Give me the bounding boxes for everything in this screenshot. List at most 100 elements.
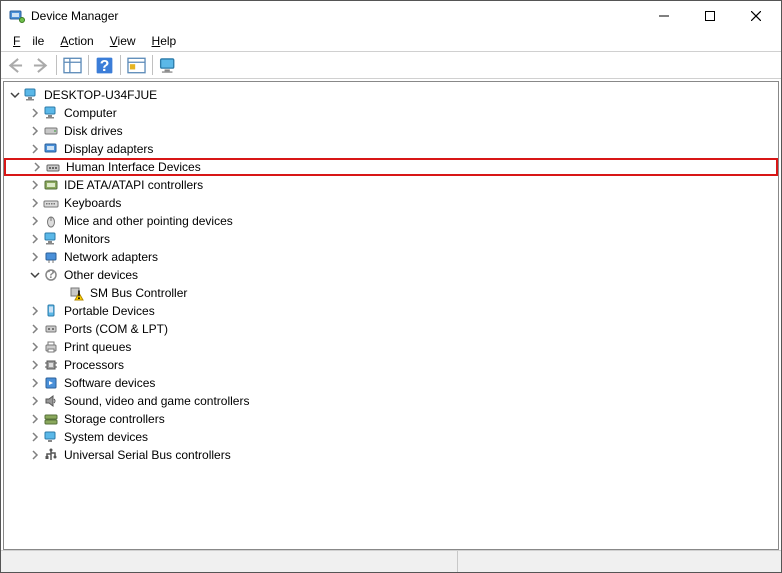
tree-node-label: Software devices <box>62 376 157 390</box>
toolbar-separator <box>56 55 57 75</box>
monitor-icon <box>42 105 60 121</box>
device-tree-panel[interactable]: DESKTOP-U34FJUE Computer Disk drives Displ… <box>3 81 779 550</box>
expand-arrow-icon[interactable] <box>28 358 42 372</box>
expand-arrow-icon[interactable] <box>28 340 42 354</box>
tree-node-network-adapters[interactable]: Network adapters <box>4 248 778 266</box>
tree-node-label: Human Interface Devices <box>64 160 203 174</box>
tree-node-human-interface-devices[interactable]: Human Interface Devices <box>4 158 778 176</box>
menu-help[interactable]: Help <box>146 33 183 49</box>
tree-node-portable-devices[interactable]: Portable Devices <box>4 302 778 320</box>
expand-arrow-icon[interactable] <box>28 196 42 210</box>
warning-icon <box>68 285 86 301</box>
window-title: Device Manager <box>31 9 641 23</box>
expand-arrow-icon[interactable] <box>28 394 42 408</box>
expand-arrow-icon[interactable] <box>28 268 42 282</box>
device-manager-icon <box>9 8 25 24</box>
back-button[interactable] <box>4 54 27 76</box>
storage-icon <box>42 411 60 427</box>
tree-node-mice-and-other-pointing-devices[interactable]: Mice and other pointing devices <box>4 212 778 230</box>
hid-icon <box>44 159 62 175</box>
portable-icon <box>42 303 60 319</box>
network-icon <box>42 249 60 265</box>
tree-root-label: DESKTOP-U34FJUE <box>42 88 159 102</box>
printer-icon <box>42 339 60 355</box>
tree-node-system-devices[interactable]: System devices <box>4 428 778 446</box>
expand-arrow-icon[interactable] <box>28 106 42 120</box>
tree-node-universal-serial-bus-controllers[interactable]: Universal Serial Bus controllers <box>4 446 778 464</box>
expand-arrow-icon[interactable] <box>8 88 22 102</box>
expand-arrow-icon[interactable] <box>28 178 42 192</box>
tree-node-label: Ports (COM & LPT) <box>62 322 170 336</box>
monitor-icon <box>42 231 60 247</box>
expand-arrow-icon[interactable] <box>28 124 42 138</box>
tree-node-keyboards[interactable]: Keyboards <box>4 194 778 212</box>
tree-node-label: Mice and other pointing devices <box>62 214 235 228</box>
expand-arrow-icon[interactable] <box>28 448 42 462</box>
forward-button[interactable] <box>29 54 52 76</box>
status-section <box>5 551 457 572</box>
tree-node-print-queues[interactable]: Print queues <box>4 338 778 356</box>
expand-arrow-icon[interactable] <box>28 142 42 156</box>
tree-node-label: System devices <box>62 430 150 444</box>
expand-arrow-icon[interactable] <box>28 376 42 390</box>
tree-node-sound-video-and-game-controllers[interactable]: Sound, video and game controllers <box>4 392 778 410</box>
maximize-button[interactable] <box>687 1 733 31</box>
keyboard-icon <box>42 195 60 211</box>
menu-view[interactable]: View <box>104 33 142 49</box>
expand-arrow-icon[interactable] <box>28 250 42 264</box>
tree-node-label: Disk drives <box>62 124 125 138</box>
toolbar-separator <box>88 55 89 75</box>
expand-arrow-icon[interactable] <box>28 430 42 444</box>
tree-node-monitors[interactable]: Monitors <box>4 230 778 248</box>
expand-arrow-icon[interactable] <box>28 232 42 246</box>
expand-arrow-icon[interactable] <box>28 412 42 426</box>
tree-node-processors[interactable]: Processors <box>4 356 778 374</box>
status-section <box>457 551 777 572</box>
tree-node-label: Computer <box>62 106 119 120</box>
tree-node-other-devices[interactable]: Other devices <box>4 266 778 284</box>
minimize-button[interactable] <box>641 1 687 31</box>
expand-arrow-icon[interactable] <box>30 160 44 174</box>
close-button[interactable] <box>733 1 779 31</box>
tree-node-label: Print queues <box>62 340 133 354</box>
tree-node-ide-ata-atapi-controllers[interactable]: IDE ATA/ATAPI controllers <box>4 176 778 194</box>
menu-bar: File Action View Help <box>1 31 781 51</box>
other-icon <box>42 267 60 283</box>
scan-hardware-button[interactable] <box>125 54 148 76</box>
menu-action[interactable]: Action <box>54 33 99 49</box>
tree-node-sm-bus-controller[interactable]: SM Bus Controller <box>4 284 778 302</box>
expand-arrow-icon[interactable] <box>28 322 42 336</box>
toolbar: ? <box>1 51 781 79</box>
cpu-icon <box>42 357 60 373</box>
software-icon <box>42 375 60 391</box>
menu-file[interactable]: File <box>7 33 50 49</box>
window-controls <box>641 1 779 31</box>
expand-arrow-icon[interactable] <box>28 214 42 228</box>
show-hide-tree-button[interactable] <box>61 54 84 76</box>
tree-node-disk-drives[interactable]: Disk drives <box>4 122 778 140</box>
help-button[interactable]: ? <box>93 54 116 76</box>
devices-button[interactable] <box>157 54 180 76</box>
tree-node-label: Keyboards <box>62 196 123 210</box>
tree-node-display-adapters[interactable]: Display adapters <box>4 140 778 158</box>
tree-node-label: Universal Serial Bus controllers <box>62 448 233 462</box>
toolbar-separator <box>152 55 153 75</box>
mouse-icon <box>42 213 60 229</box>
tree-node-storage-controllers[interactable]: Storage controllers <box>4 410 778 428</box>
usb-icon <box>42 447 60 463</box>
tree-node-label: Processors <box>62 358 126 372</box>
port-icon <box>42 321 60 337</box>
tree-node-software-devices[interactable]: Software devices <box>4 374 778 392</box>
tree-node-label: Sound, video and game controllers <box>62 394 251 408</box>
tree-node-label: Network adapters <box>62 250 160 264</box>
tree-node-label: Display adapters <box>62 142 155 156</box>
sound-icon <box>42 393 60 409</box>
tree-node-label: Storage controllers <box>62 412 167 426</box>
expand-arrow-icon[interactable] <box>28 304 42 318</box>
tree-root-node[interactable]: DESKTOP-U34FJUE <box>4 86 778 104</box>
tree-node-computer[interactable]: Computer <box>4 104 778 122</box>
tree-node-label: Monitors <box>62 232 112 246</box>
system-icon <box>42 429 60 445</box>
status-bar <box>1 550 781 572</box>
tree-node-ports-com-lpt[interactable]: Ports (COM & LPT) <box>4 320 778 338</box>
